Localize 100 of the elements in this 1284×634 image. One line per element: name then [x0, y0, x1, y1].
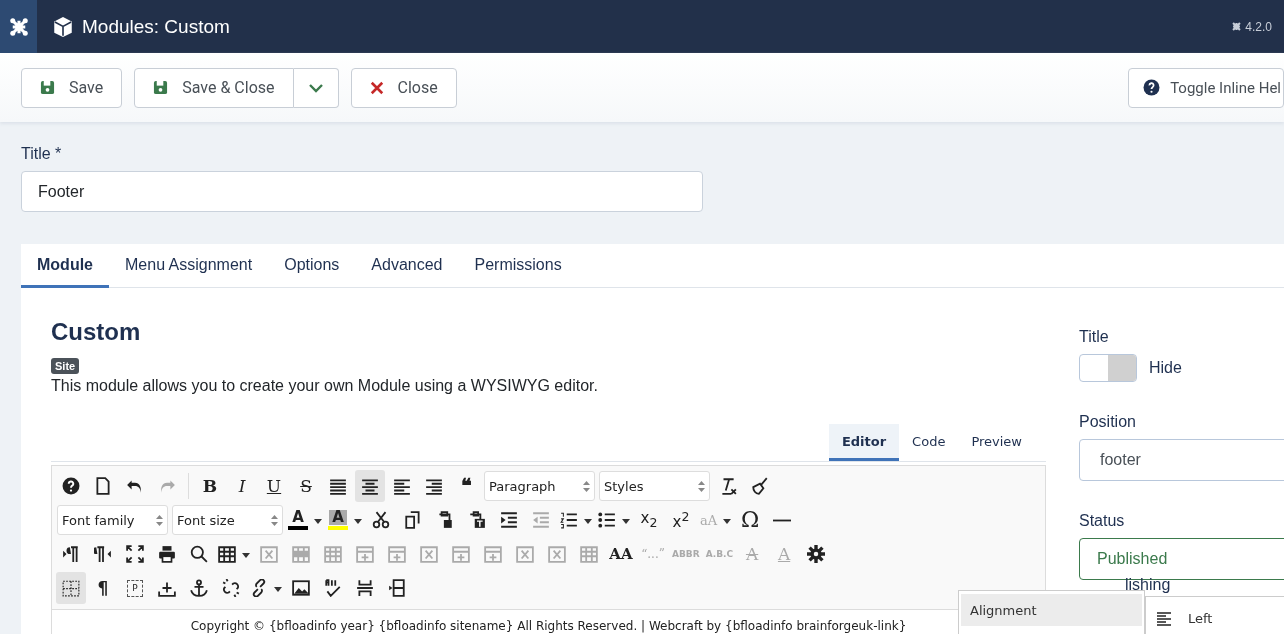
format-dropdown[interactable]: Paragraph — [484, 471, 595, 501]
table-delete-icon — [260, 545, 278, 563]
table-delete-icon — [548, 545, 566, 563]
font-style-button[interactable]: AA — [606, 538, 636, 570]
title-field[interactable]: Footer — [21, 171, 703, 212]
italic-button[interactable]: I — [227, 470, 257, 502]
horizontal-rule-icon — [773, 518, 792, 522]
bold-button[interactable]: B — [195, 470, 225, 502]
link-icon — [250, 579, 268, 597]
settings-icon — [807, 545, 826, 563]
format-dropdown[interactable]: Font size — [172, 505, 283, 535]
blockquote-button[interactable]: ❝ — [451, 470, 481, 502]
tab[interactable]: Advanced — [355, 244, 459, 288]
field-label: Position — [1079, 413, 1137, 431]
image-icon — [292, 579, 310, 597]
scissors-icon — [372, 511, 390, 529]
caret-down-icon — [622, 518, 630, 524]
section-heading: Custom — [51, 318, 142, 346]
bullet-list-icon — [598, 511, 616, 529]
strikethrough-button[interactable]: S — [291, 470, 321, 502]
help-button[interactable]: Toggle Inline Hel — [1128, 67, 1284, 108]
paragraph-block-button[interactable]: P — [120, 572, 150, 604]
spellcheck-icon — [324, 579, 342, 597]
unlink-icon — [222, 579, 240, 597]
menu-item[interactable]: Alignment — [961, 594, 1142, 626]
table-insert-icon — [452, 545, 470, 563]
chevron-down-icon — [307, 81, 324, 94]
table-insert-icon — [356, 545, 374, 563]
copy-icon — [404, 511, 422, 529]
table-cell-icon — [324, 545, 342, 563]
left-to-right-icon — [62, 545, 80, 563]
close-icon — [369, 80, 384, 95]
position-select[interactable]: footer — [1079, 439, 1284, 481]
caret-down-icon — [584, 518, 592, 524]
visual-aid-icon — [62, 579, 80, 597]
close-button[interactable]: Close — [350, 67, 457, 108]
printer-icon — [158, 545, 176, 563]
format-dropdown[interactable]: Styles — [599, 471, 710, 501]
outdent-icon — [532, 511, 550, 529]
text-color-button[interactable]: A — [286, 504, 324, 536]
document-icon — [94, 477, 112, 495]
sort-arrows-icon — [698, 480, 705, 492]
editor-tab[interactable]: Code — [899, 424, 959, 461]
help-icon — [62, 477, 80, 495]
table-insert-icon — [388, 545, 406, 563]
table-icon — [218, 545, 236, 563]
field-label: Title — [1079, 328, 1110, 346]
tab[interactable]: Permissions — [458, 244, 578, 288]
subscript-button[interactable]: x$_{2}$ — [634, 504, 664, 536]
align-center-button[interactable] — [355, 470, 385, 502]
site-badge: Site — [51, 358, 80, 374]
table-delete-icon — [516, 545, 534, 563]
table-cell-icon — [580, 545, 598, 563]
logo-icon — [8, 16, 29, 37]
version-label: 4.2.0 — [1245, 19, 1272, 34]
align-justify-icon — [329, 477, 347, 495]
highlight-color-button[interactable]: A — [326, 504, 364, 536]
save-close-button[interactable]: Save & Close — [134, 67, 294, 108]
align-left-icon — [393, 477, 411, 495]
field-label: Status — [1079, 512, 1126, 530]
align-right-icon — [425, 477, 443, 495]
tab[interactable]: Module — [21, 244, 109, 288]
template-icon — [388, 579, 406, 597]
description-text: This module allows you to create your own Module using a WYSIWYG editor. — [51, 377, 599, 395]
superscript-button[interactable]: x$^{2}$ — [666, 504, 696, 536]
table-row-icon — [292, 545, 310, 563]
right-to-left-icon — [94, 545, 112, 563]
caret-down-icon — [274, 586, 282, 592]
show-blocks-button[interactable]: ¶ — [88, 572, 118, 604]
align-center-icon — [361, 477, 379, 495]
table-delete-icon — [420, 545, 438, 563]
save-icon — [153, 80, 169, 95]
caret-down-icon — [723, 518, 732, 524]
redo-icon — [158, 477, 176, 495]
editor-tab[interactable]: Editor — [828, 424, 900, 461]
page-title: Modules: Custom — [82, 15, 230, 38]
numbered-list-icon — [560, 511, 578, 529]
logo-icon — [1231, 21, 1243, 32]
special-character-button[interactable]: Ω — [735, 504, 766, 536]
underline-button[interactable]: U — [259, 470, 289, 502]
cube-icon — [53, 16, 73, 37]
anchor-icon — [190, 579, 208, 597]
save-icon — [40, 80, 55, 95]
sort-arrows-icon — [583, 480, 590, 492]
format-dropdown[interactable]: Font family — [57, 505, 168, 535]
table-insert-icon — [484, 545, 502, 563]
indent-icon — [500, 511, 518, 529]
broom-icon — [751, 477, 769, 495]
toggle-label: Hide — [1149, 359, 1182, 377]
menu-item[interactable]: Left — [1154, 606, 1215, 630]
align-left-icon — [1156, 610, 1172, 626]
tab[interactable]: Options — [268, 244, 356, 288]
tab[interactable]: Menu Assignment — [109, 244, 269, 288]
fullscreen-icon — [126, 545, 144, 563]
clear-formatting-icon — [719, 477, 737, 495]
field-label: Title * — [21, 145, 63, 163]
visual-aid-button[interactable] — [56, 572, 86, 604]
title-toggle[interactable] — [1079, 354, 1137, 382]
editor-tab[interactable]: Preview — [958, 424, 1035, 461]
save-button[interactable]: Save — [21, 67, 123, 108]
